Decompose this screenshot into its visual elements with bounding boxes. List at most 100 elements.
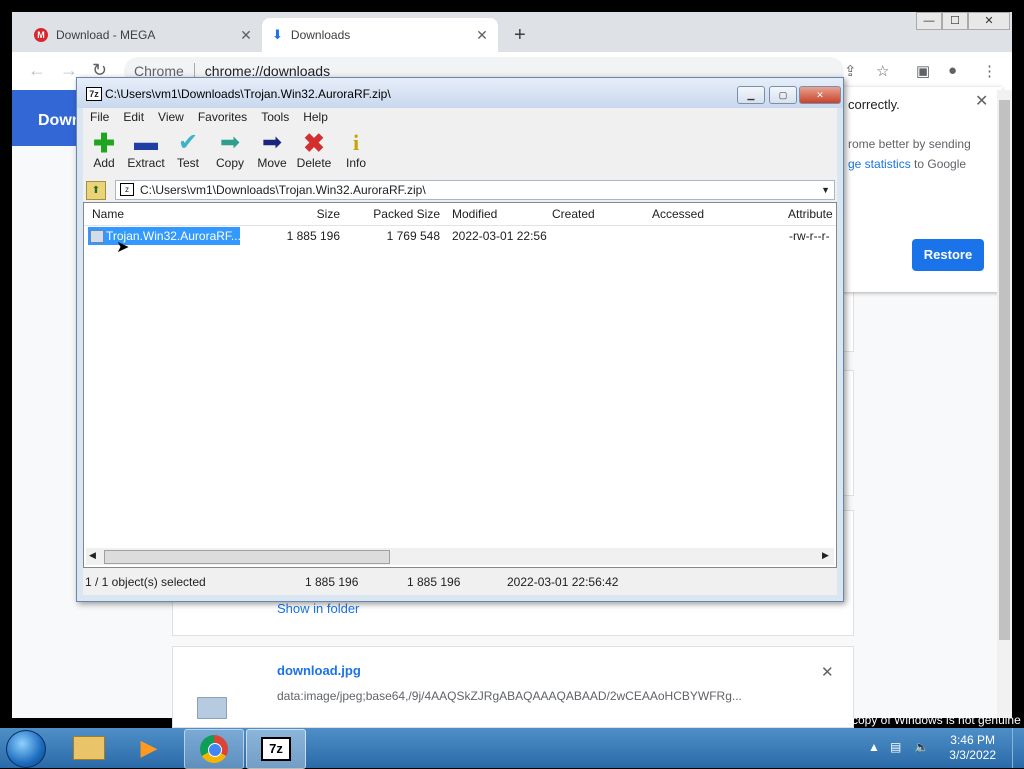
check-icon: ✔ bbox=[177, 129, 199, 156]
column-packed-size[interactable]: Packed Size bbox=[342, 207, 440, 221]
scroll-right-icon[interactable]: ▶ bbox=[822, 550, 829, 561]
tab-close-icon[interactable]: ✕ bbox=[236, 27, 256, 44]
restore-notice: correctly. rome better by sending ge sta… bbox=[842, 87, 1002, 292]
test-button[interactable]: ✔ Test bbox=[167, 129, 209, 171]
7zip-client: File Edit View Favorites Tools Help ✚ Ad… bbox=[83, 108, 837, 595]
extract-button[interactable]: ▬ Extract bbox=[125, 130, 167, 171]
download-card-jpg: download.jpg data:image/jpeg;base64,/9j/… bbox=[172, 646, 854, 728]
toolbar-label: Test bbox=[176, 156, 199, 170]
table-row[interactable]: Trojan.Win32.AuroraRF.... 1 885 196 1 76… bbox=[84, 227, 836, 256]
column-accessed[interactable]: Accessed bbox=[652, 207, 704, 221]
volume-icon[interactable]: 🔈 bbox=[914, 740, 929, 754]
file-attributes: -rw-r--r- bbox=[789, 229, 830, 243]
show-hidden-icons[interactable]: ▲ bbox=[868, 740, 880, 754]
back-icon[interactable]: ← bbox=[28, 60, 46, 81]
notice-close-icon[interactable]: ✕ bbox=[975, 91, 988, 111]
system-clock[interactable]: 3:46 PM 3/3/2022 bbox=[949, 733, 996, 763]
toolbar-label: Extract bbox=[127, 156, 165, 170]
chevron-down-icon[interactable]: ▼ bbox=[821, 181, 830, 199]
tab-close-icon[interactable]: ✕ bbox=[472, 27, 492, 44]
menu-favorites[interactable]: Favorites bbox=[191, 108, 254, 126]
notice-line1: correctly. bbox=[848, 97, 900, 112]
column-size[interactable]: Size bbox=[244, 207, 340, 221]
download-icon: ⬇ bbox=[272, 27, 283, 42]
column-created[interactable]: Created bbox=[552, 207, 595, 221]
7zip-toolbar: ✚ Add ▬ Extract ✔ Test ➡ Copy ➡ Move ✖ D… bbox=[83, 126, 837, 178]
taskbar-explorer[interactable] bbox=[60, 729, 118, 767]
page-scrollbar[interactable] bbox=[997, 90, 1012, 718]
scroll-left-icon[interactable]: ◀ bbox=[89, 550, 96, 561]
tab-label: Downloads bbox=[290, 28, 351, 42]
menu-tools[interactable]: Tools bbox=[254, 108, 296, 126]
menu-edit[interactable]: Edit bbox=[116, 108, 151, 126]
taskbar-media-player[interactable]: ▶ bbox=[120, 729, 178, 767]
scrollbar-thumb[interactable] bbox=[999, 100, 1010, 640]
minimize-button[interactable]: ▁ bbox=[737, 86, 765, 104]
file-packed-size: 1 769 548 bbox=[386, 229, 440, 243]
7zip-titlebar[interactable]: 7z C:\Users\vm1\Downloads\Trojan.Win32.A… bbox=[77, 78, 843, 108]
show-in-folder-link[interactable]: Show in folder bbox=[277, 601, 359, 616]
file-size: 1 885 196 bbox=[286, 229, 340, 243]
column-modified[interactable]: Modified bbox=[452, 207, 497, 221]
start-button[interactable] bbox=[6, 730, 46, 768]
clock-date: 3/3/2022 bbox=[949, 748, 996, 762]
close-button[interactable]: ✕ bbox=[799, 86, 841, 104]
add-button[interactable]: ✚ Add bbox=[83, 130, 125, 170]
folder-icon bbox=[73, 736, 105, 760]
delete-x-icon: ✖ bbox=[303, 128, 325, 158]
delete-button[interactable]: ✖ Delete bbox=[293, 130, 335, 170]
info-button[interactable]: i Info bbox=[335, 130, 377, 170]
show-desktop-button[interactable] bbox=[1012, 728, 1024, 768]
taskbar-chrome[interactable] bbox=[184, 729, 244, 769]
tab-downloads[interactable]: ⬇ Downloads ✕ bbox=[262, 18, 498, 52]
profile-avatar-icon[interactable]: ● bbox=[948, 62, 957, 79]
new-tab-button[interactable]: + bbox=[514, 24, 526, 47]
toolbar-label: Move bbox=[257, 156, 287, 170]
maximize-button[interactable]: ▢ bbox=[769, 86, 797, 104]
plus-icon: ✚ bbox=[93, 128, 115, 158]
side-panel-icon[interactable]: ▣ bbox=[916, 62, 930, 80]
status-packed: 1 885 196 bbox=[407, 575, 461, 589]
list-header: Name Size Packed Size Modified Created A… bbox=[84, 203, 836, 226]
download-filename-link[interactable]: download.jpg bbox=[277, 663, 361, 678]
menu-bar: File Edit View Favorites Tools Help bbox=[83, 108, 837, 126]
more-menu-icon[interactable]: ⋮ bbox=[982, 62, 997, 80]
horizontal-scrollbar[interactable]: ◀ ▶ bbox=[86, 548, 834, 565]
menu-view[interactable]: View bbox=[151, 108, 191, 126]
copy-button[interactable]: ➡ Copy bbox=[209, 130, 251, 171]
path-combobox[interactable]: z C:\Users\vm1\Downloads\Trojan.Win32.Au… bbox=[115, 180, 835, 200]
maximize-button[interactable]: ☐ bbox=[942, 12, 968, 30]
windows-genuine-watermark: This copy of Windows is not genuine bbox=[826, 713, 1021, 727]
mouse-cursor-icon: ➤ bbox=[116, 239, 130, 256]
selected-cell[interactable]: Trojan.Win32.AuroraRF.... bbox=[88, 227, 244, 245]
column-attributes[interactable]: Attribute bbox=[788, 207, 834, 221]
path-text: C:\Users\vm1\Downloads\Trojan.Win32.Auro… bbox=[140, 183, 426, 197]
close-button[interactable]: ✕ bbox=[968, 12, 1010, 30]
media-player-icon: ▶ bbox=[140, 735, 158, 760]
taskbar: ▶ 7z ▲ ▤ 🔈 3:46 PM 3/3/2022 bbox=[0, 728, 1024, 769]
menu-file[interactable]: File bbox=[83, 108, 116, 126]
taskbar-7zip[interactable]: 7z bbox=[246, 729, 306, 769]
toolbar-label: Copy bbox=[215, 156, 244, 170]
file-modified: 2022-03-01 22:56 bbox=[452, 229, 547, 243]
remove-download-icon[interactable]: ✕ bbox=[821, 663, 834, 681]
usage-statistics-link[interactable]: ge statistics bbox=[848, 157, 911, 171]
column-name[interactable]: Name bbox=[92, 207, 124, 221]
7zip-window: 7z C:\Users\vm1\Downloads\Trojan.Win32.A… bbox=[76, 77, 844, 602]
scrollbar-thumb[interactable] bbox=[104, 550, 390, 564]
archive-icon: z bbox=[120, 183, 134, 196]
bookmark-star-icon[interactable]: ☆ bbox=[876, 62, 889, 80]
clock-time: 3:46 PM bbox=[950, 733, 995, 747]
move-arrow-icon: ➡ bbox=[261, 129, 283, 156]
file-list: Name Size Packed Size Modified Created A… bbox=[83, 202, 837, 568]
share-icon[interactable]: ⇪ bbox=[844, 62, 857, 80]
network-icon[interactable]: ▤ bbox=[890, 740, 901, 754]
path-bar: ⬆ z C:\Users\vm1\Downloads\Trojan.Win32.… bbox=[83, 178, 837, 202]
minimize-button[interactable]: — bbox=[916, 12, 942, 30]
folder-up-icon[interactable]: ⬆ bbox=[86, 181, 106, 200]
menu-help[interactable]: Help bbox=[296, 108, 335, 126]
toolbar-label: Info bbox=[345, 156, 366, 170]
tab-mega[interactable]: M Download - MEGA ✕ bbox=[24, 18, 262, 52]
restore-button[interactable]: Restore bbox=[912, 239, 984, 271]
move-button[interactable]: ➡ Move bbox=[251, 129, 293, 171]
